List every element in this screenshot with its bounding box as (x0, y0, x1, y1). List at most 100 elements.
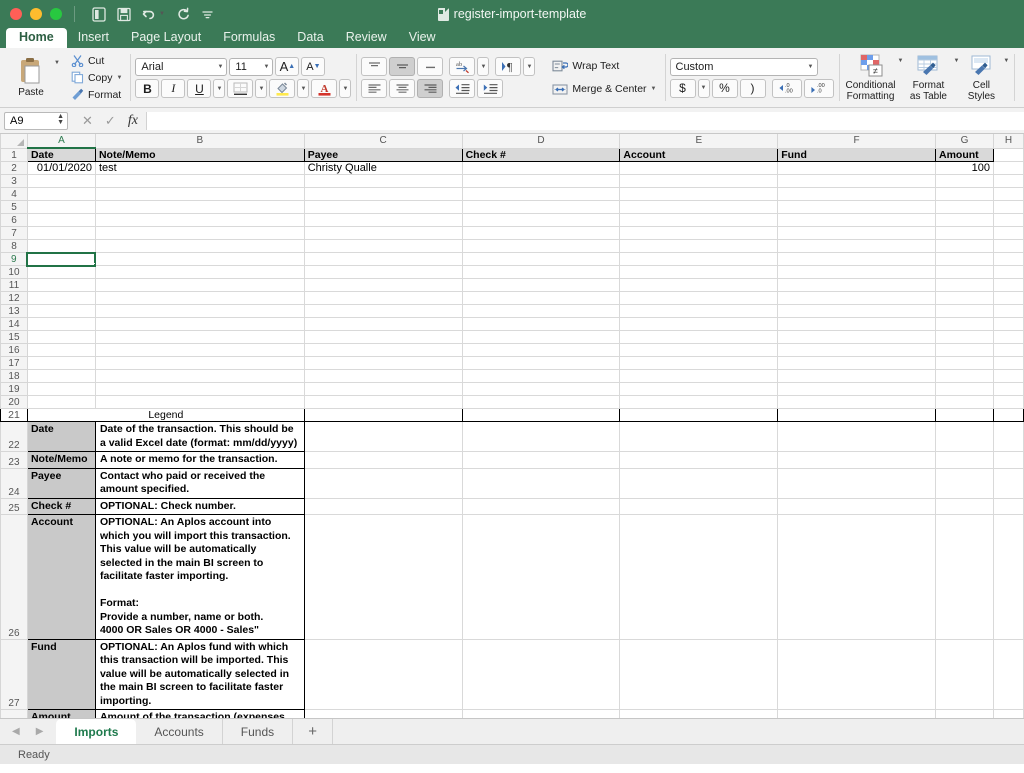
underline-button[interactable]: U (187, 79, 212, 98)
row-header-4[interactable]: 4 (0, 187, 28, 201)
cell-g20[interactable] (935, 395, 994, 409)
cell-h28[interactable] (993, 709, 1024, 718)
chevron-down-icon[interactable]: ▼ (217, 64, 223, 70)
paste-button[interactable]: Paste (8, 57, 54, 98)
cell-c8[interactable] (304, 239, 463, 253)
cell-c1[interactable]: Payee (304, 147, 463, 162)
orientation-button[interactable]: ab (449, 57, 476, 76)
legend-value-date[interactable]: Date of the transaction. This should be … (94, 421, 305, 452)
cell-d4[interactable] (462, 187, 621, 201)
cell-b8[interactable] (95, 239, 305, 253)
text-direction-dropdown-icon[interactable]: ▼ (523, 57, 536, 76)
cell-d8[interactable] (462, 239, 621, 253)
cell-e1[interactable]: Account (619, 147, 779, 162)
row-header-3[interactable]: 3 (0, 174, 28, 188)
cell-c27[interactable] (304, 639, 463, 710)
cell-c25[interactable] (304, 498, 463, 515)
cell-d21[interactable] (461, 408, 621, 422)
cell-e8[interactable] (619, 239, 779, 253)
decrease-decimal-button[interactable]: .0.00 (771, 78, 802, 98)
cell-h24[interactable] (993, 468, 1024, 499)
cell-h16[interactable] (993, 343, 1024, 357)
row-header-26[interactable]: 26 (0, 514, 28, 640)
cell-c11[interactable] (304, 278, 463, 292)
cell-c4[interactable] (304, 187, 463, 201)
legend-value-amount[interactable]: Amount of the transaction (expenses shou… (94, 709, 305, 718)
copy-button[interactable]: Copy ▼ (68, 70, 125, 85)
cell-f13[interactable] (777, 304, 936, 318)
cell-b2[interactable]: test (95, 161, 305, 175)
cell-c12[interactable] (304, 291, 463, 305)
column-header-a[interactable]: A (26, 134, 96, 149)
cell-h22[interactable] (993, 421, 1024, 452)
cell-c22[interactable] (304, 421, 463, 452)
legend-value-note-memo[interactable]: A note or memo for the transaction. (94, 451, 305, 469)
comma-format-button[interactable]: ) (739, 78, 766, 98)
add-sheet-button[interactable]: + (293, 719, 334, 744)
legend-key-amount[interactable]: Amount (26, 709, 96, 718)
chevron-down-icon[interactable]: ▼ (263, 64, 269, 70)
paste-dropdown-icon[interactable]: ▼ (54, 60, 60, 66)
column-header-d[interactable]: D (461, 134, 621, 149)
cell-a17[interactable] (27, 356, 96, 370)
cell-a16[interactable] (27, 343, 96, 357)
cell-b15[interactable] (95, 330, 305, 344)
cell-h9[interactable] (993, 252, 1024, 266)
row-header-10[interactable]: 10 (0, 265, 28, 279)
cell-b4[interactable] (95, 187, 305, 201)
column-header-g[interactable]: G (935, 134, 994, 149)
next-sheet-icon[interactable]: ▶ (36, 726, 44, 737)
cell-a1[interactable]: Date (27, 147, 96, 162)
cell-d14[interactable] (462, 317, 621, 331)
cell-f24[interactable] (777, 468, 936, 499)
cell-h21[interactable] (992, 408, 1024, 422)
formula-input[interactable] (145, 111, 1024, 130)
percent-format-button[interactable]: % (711, 78, 738, 98)
merge-center-button[interactable]: Merge & Center ▼ (549, 82, 659, 97)
cell-g4[interactable] (935, 187, 994, 201)
cell-c15[interactable] (304, 330, 463, 344)
cell-a9-selected[interactable] (26, 251, 97, 267)
align-center-button[interactable] (389, 79, 416, 98)
cell-h1[interactable] (993, 148, 1024, 162)
cell-c26[interactable] (304, 514, 463, 640)
cell-d10[interactable] (462, 265, 621, 279)
copy-dropdown-icon[interactable]: ▼ (116, 75, 122, 81)
cell-d24[interactable] (462, 468, 621, 499)
name-box[interactable]: A9 ▲ ▼ (4, 111, 68, 130)
cell-a7[interactable] (27, 226, 96, 240)
cell-f16[interactable] (777, 343, 936, 357)
cell-e7[interactable] (619, 226, 779, 240)
cell-d23[interactable] (462, 451, 621, 469)
cell-b12[interactable] (95, 291, 305, 305)
cell-g12[interactable] (935, 291, 994, 305)
cell-e19[interactable] (619, 382, 779, 396)
cell-e16[interactable] (619, 343, 779, 357)
cell-g2[interactable]: 100 (935, 161, 994, 175)
cell-f27[interactable] (777, 639, 936, 710)
cell-f15[interactable] (777, 330, 936, 344)
cell-b14[interactable] (95, 317, 305, 331)
legend-key-check[interactable]: Check # (26, 497, 96, 515)
cell-b3[interactable] (95, 174, 305, 188)
row-header-13[interactable]: 13 (0, 304, 28, 318)
cell-e22[interactable] (619, 421, 779, 452)
previous-sheet-icon[interactable]: ◀ (12, 726, 20, 737)
undo-dropdown-icon[interactable]: ▼ (159, 11, 165, 17)
close-icon[interactable] (10, 8, 22, 20)
cell-a14[interactable] (27, 317, 96, 331)
cell-b16[interactable] (95, 343, 305, 357)
column-header-f[interactable]: F (777, 134, 936, 149)
cell-h13[interactable] (993, 304, 1024, 318)
cell-h14[interactable] (993, 317, 1024, 331)
cell-h10[interactable] (993, 265, 1024, 279)
cell-d26[interactable] (462, 514, 621, 640)
cell-f6[interactable] (777, 213, 936, 227)
cell-e11[interactable] (619, 278, 779, 292)
format-as-table-button[interactable]: Format as Table (903, 54, 953, 102)
cell-g26[interactable] (935, 514, 994, 640)
cell-d5[interactable] (462, 200, 621, 214)
cell-g5[interactable] (935, 200, 994, 214)
cell-styles-button[interactable]: Cell Styles (959, 54, 1003, 102)
cell-a8[interactable] (27, 239, 96, 253)
